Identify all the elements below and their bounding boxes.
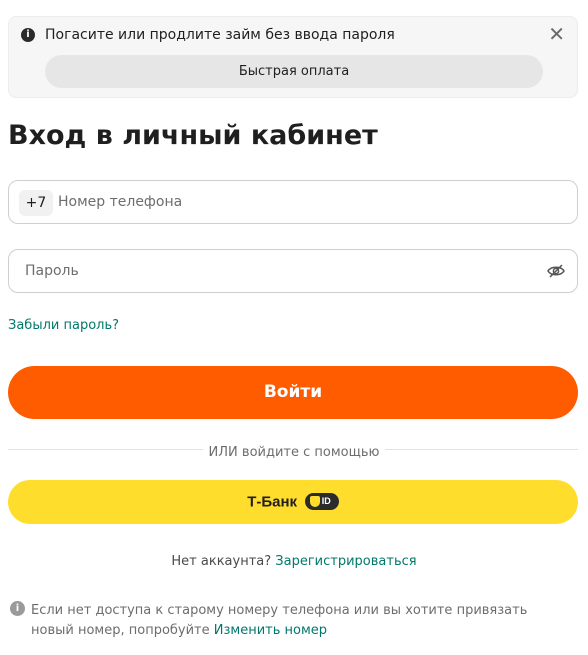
quick-pay-banner: i Погасите или продлите займ без ввода п…: [8, 16, 578, 98]
phone-field[interactable]: +7 Номер телефона: [8, 180, 578, 224]
footer-note: Если нет доступа к старому номеру телефо…: [31, 601, 571, 641]
tbank-id-badge: ID: [304, 492, 339, 510]
info-icon: i: [21, 28, 35, 42]
eye-off-icon[interactable]: [547, 263, 565, 279]
change-number-link[interactable]: Изменить номер: [214, 623, 327, 638]
page-title: Вход в личный кабинет: [8, 120, 378, 151]
divider: ИЛИ войдите с помощью: [0, 441, 588, 460]
info-icon: i: [10, 601, 25, 616]
phone-placeholder: Номер телефона: [58, 194, 183, 210]
tbank-shield-icon: [309, 495, 320, 507]
quick-pay-button[interactable]: Быстрая оплата: [45, 55, 543, 88]
close-icon[interactable]: ✕: [548, 23, 565, 45]
register-link[interactable]: Зарегистрироваться: [275, 554, 416, 569]
banner-text: Погасите или продлите займ без ввода пар…: [45, 27, 395, 43]
no-account-text: Нет аккаунта?: [171, 554, 272, 569]
forgot-password-link[interactable]: Забыли пароль?: [8, 318, 119, 333]
password-placeholder: Пароль: [25, 263, 79, 279]
no-account-row: Нет аккаунта? Зарегистрироваться: [0, 554, 588, 569]
password-field[interactable]: Пароль: [8, 249, 578, 293]
login-button[interactable]: Войти: [8, 366, 578, 419]
country-code-prefix: +7: [19, 190, 53, 216]
id-badge-text: ID: [321, 495, 331, 506]
divider-text: ИЛИ войдите с помощью: [202, 445, 386, 460]
tbank-id-button[interactable]: Т-Банк ID: [8, 480, 578, 524]
tbank-label: Т-Банк: [247, 493, 298, 511]
